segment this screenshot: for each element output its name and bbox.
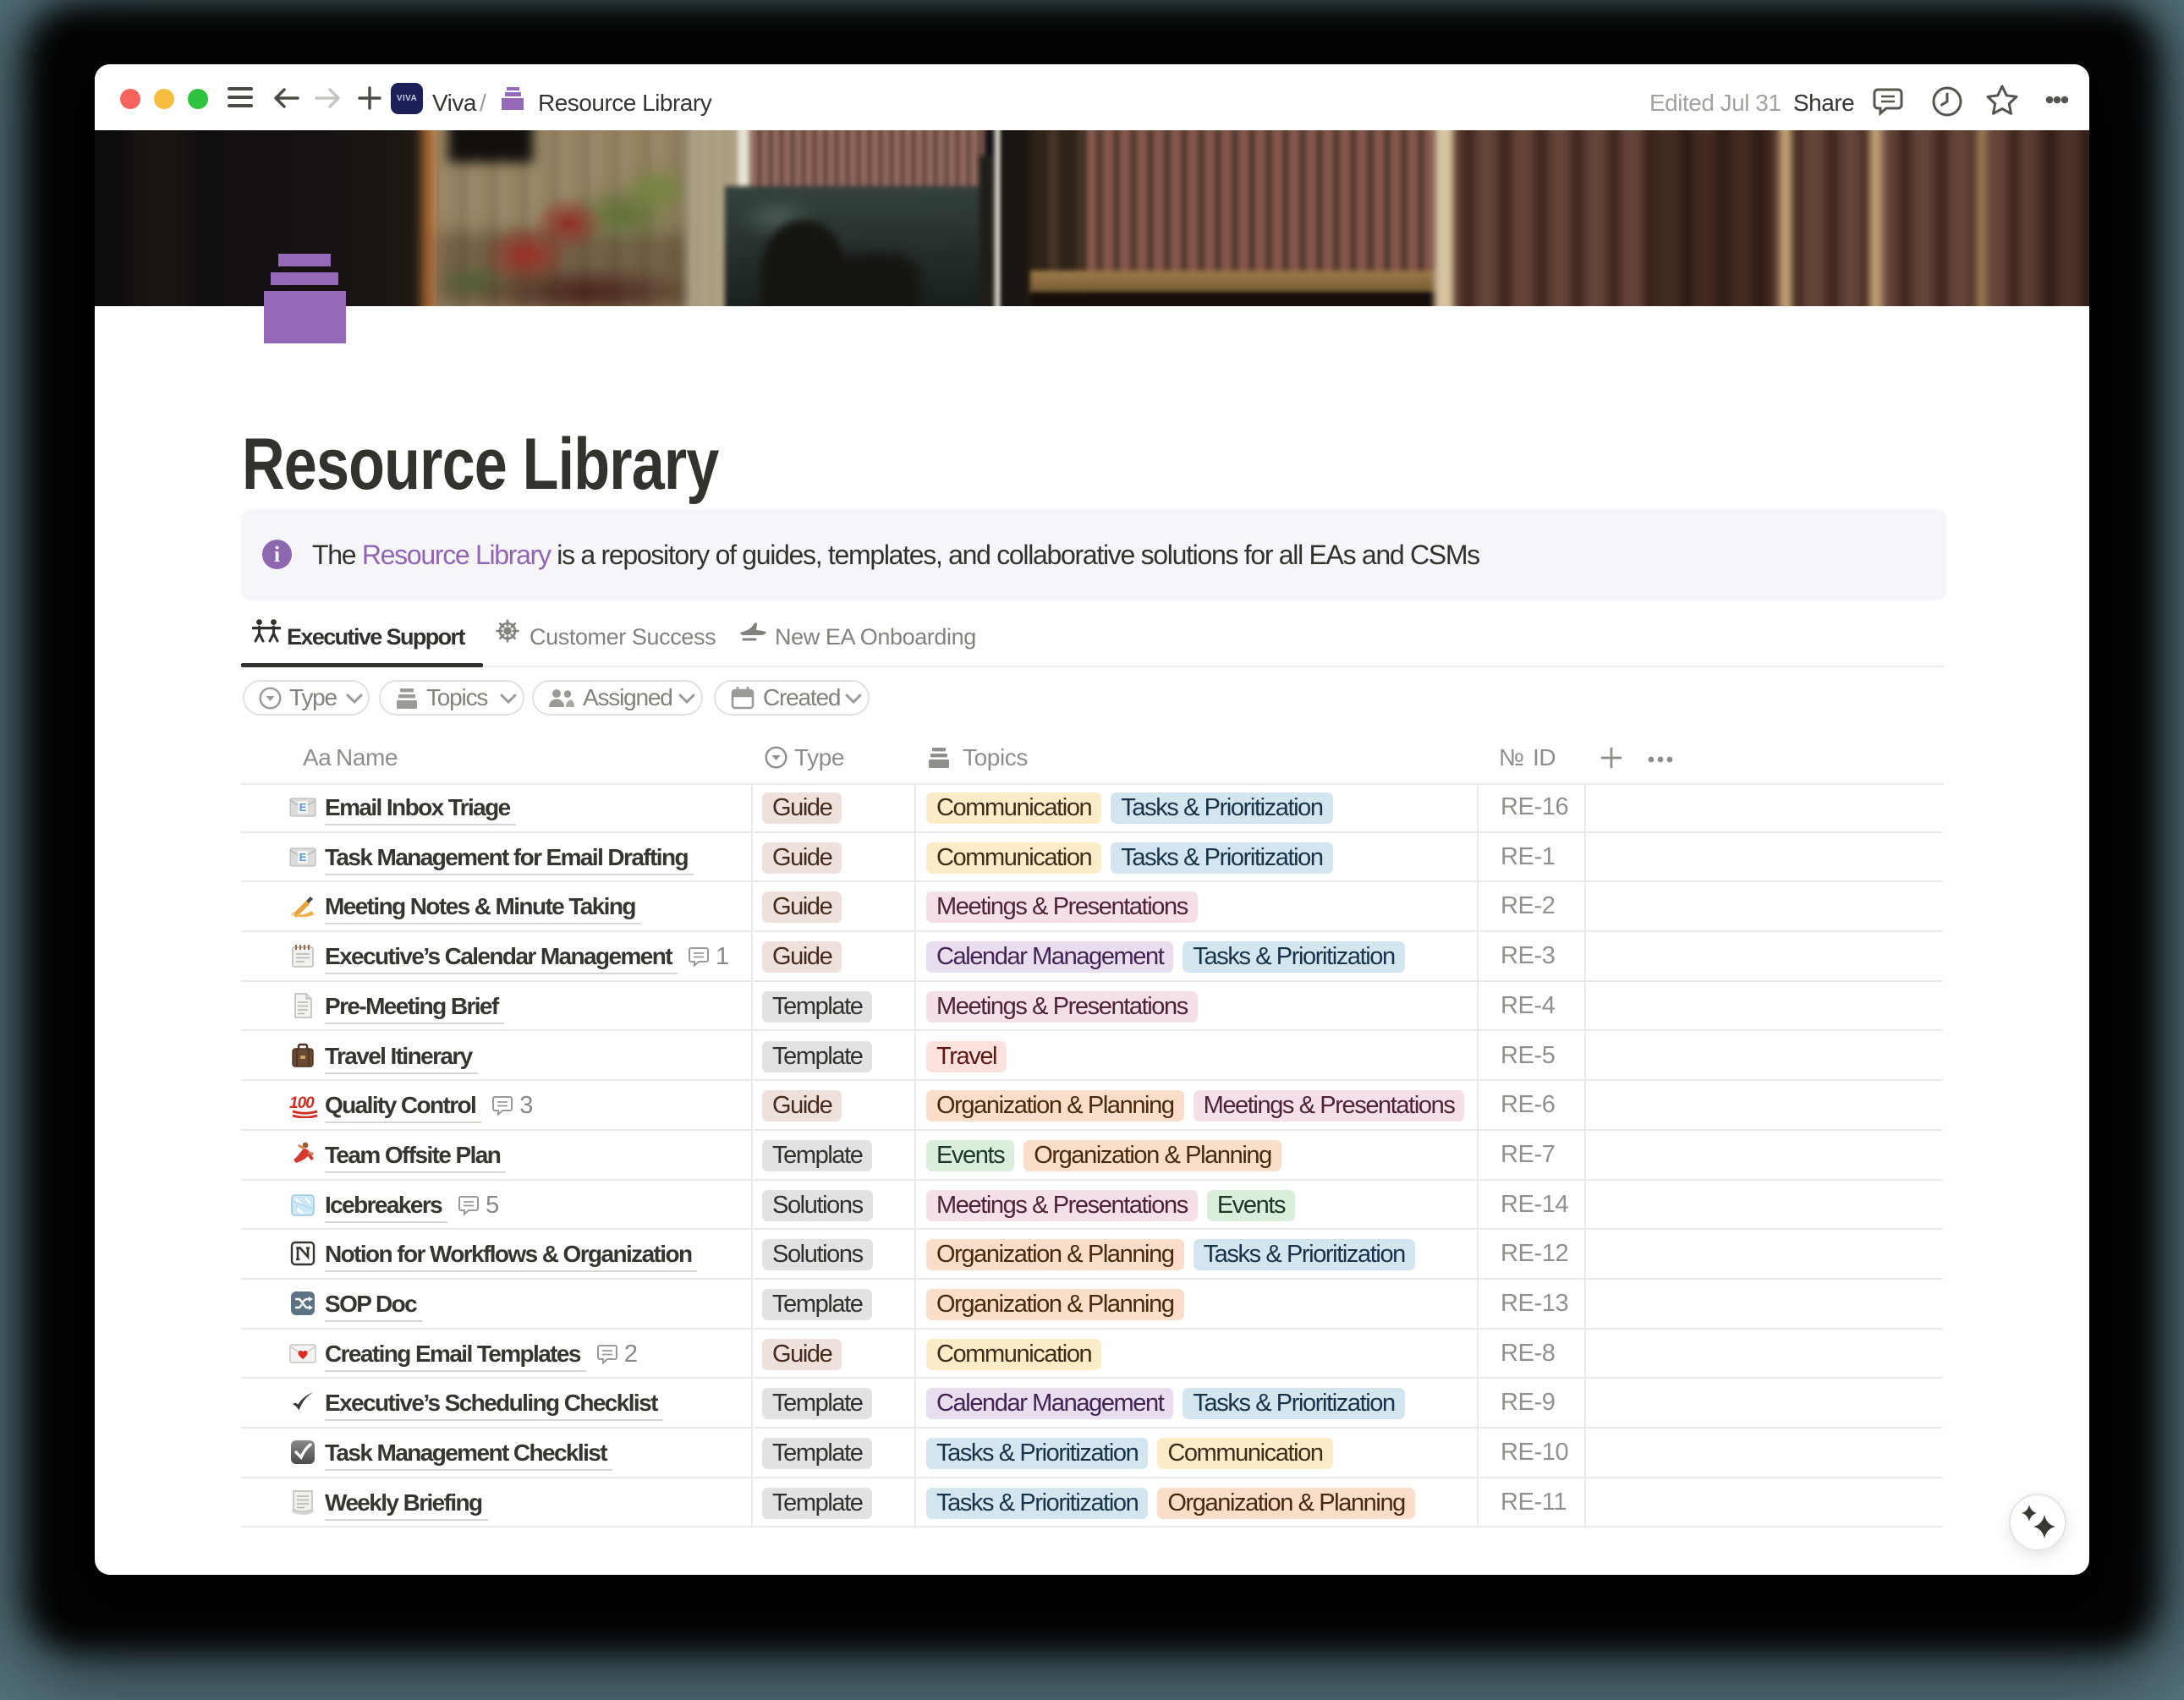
svg-text:100: 100 xyxy=(289,1094,315,1112)
svg-text:E: E xyxy=(299,851,307,864)
svg-text:E: E xyxy=(299,801,307,814)
